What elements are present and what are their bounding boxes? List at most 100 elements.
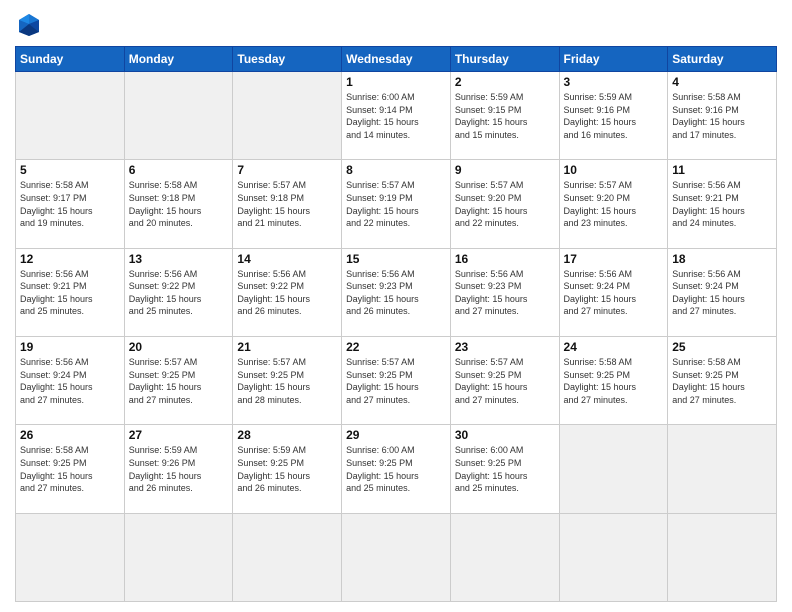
day-info: Sunrise: 5:57 AMSunset: 9:18 PMDaylight:…	[237, 179, 337, 229]
table-cell	[16, 513, 125, 601]
table-cell	[124, 513, 233, 601]
table-cell	[559, 513, 668, 601]
day-number: 19	[20, 340, 120, 354]
day-info: Sunrise: 5:56 AMSunset: 9:23 PMDaylight:…	[346, 268, 446, 318]
day-number: 13	[129, 252, 229, 266]
day-info: Sunrise: 5:59 AMSunset: 9:16 PMDaylight:…	[564, 91, 664, 141]
day-info: Sunrise: 5:58 AMSunset: 9:25 PMDaylight:…	[564, 356, 664, 406]
day-info: Sunrise: 5:57 AMSunset: 9:19 PMDaylight:…	[346, 179, 446, 229]
day-number: 4	[672, 75, 772, 89]
calendar-header-row: Sunday Monday Tuesday Wednesday Thursday…	[16, 47, 777, 72]
calendar-row: 5 Sunrise: 5:58 AMSunset: 9:17 PMDaylight…	[16, 160, 777, 248]
table-cell: 27Sunrise: 5:59 AMSunset: 9:26 PMDayligh…	[124, 425, 233, 513]
day-number: 15	[346, 252, 446, 266]
table-cell: 9 Sunrise: 5:57 AMSunset: 9:20 PMDaylight…	[450, 160, 559, 248]
logo-icon	[15, 10, 43, 38]
table-cell	[124, 72, 233, 160]
calendar-row: 19 Sunrise: 5:56 AMSunset: 9:24 PMDayligh…	[16, 336, 777, 424]
day-number: 3	[564, 75, 664, 89]
table-cell: 23 Sunrise: 5:57 AMSunset: 9:25 PMDayligh…	[450, 336, 559, 424]
table-cell	[559, 425, 668, 513]
col-tuesday: Tuesday	[233, 47, 342, 72]
col-saturday: Saturday	[668, 47, 777, 72]
day-info: Sunrise: 5:58 AMSunset: 9:17 PMDaylight:…	[20, 179, 120, 229]
table-cell: 6 Sunrise: 5:58 AMSunset: 9:18 PMDaylight…	[124, 160, 233, 248]
day-info: Sunrise: 5:56 AMSunset: 9:22 PMDaylight:…	[129, 268, 229, 318]
table-cell: 18 Sunrise: 5:56 AMSunset: 9:24 PMDayligh…	[668, 248, 777, 336]
day-number: 26	[20, 428, 120, 442]
day-number: 7	[237, 163, 337, 177]
day-info: Sunrise: 5:56 AMSunset: 9:21 PMDaylight:…	[672, 179, 772, 229]
table-cell: 28Sunrise: 5:59 AMSunset: 9:25 PMDayligh…	[233, 425, 342, 513]
day-info: Sunrise: 5:58 AMSunset: 9:25 PMDaylight:…	[20, 444, 120, 494]
day-number: 22	[346, 340, 446, 354]
day-number: 8	[346, 163, 446, 177]
table-cell: 26 Sunrise: 5:58 AMSunset: 9:25 PMDayligh…	[16, 425, 125, 513]
table-cell	[668, 425, 777, 513]
day-number: 23	[455, 340, 555, 354]
day-info: Sunrise: 5:56 AMSunset: 9:24 PMDaylight:…	[20, 356, 120, 406]
col-thursday: Thursday	[450, 47, 559, 72]
day-info: Sunrise: 6:00 AMSunset: 9:25 PMDaylight:…	[346, 444, 446, 494]
table-cell: 11Sunrise: 5:56 AMSunset: 9:21 PMDayligh…	[668, 160, 777, 248]
table-cell: 3 Sunrise: 5:59 AMSunset: 9:16 PMDaylight…	[559, 72, 668, 160]
col-wednesday: Wednesday	[342, 47, 451, 72]
day-info: Sunrise: 5:57 AMSunset: 9:20 PMDaylight:…	[455, 179, 555, 229]
table-cell: 21 Sunrise: 5:57 AMSunset: 9:25 PMDayligh…	[233, 336, 342, 424]
day-info: Sunrise: 5:56 AMSunset: 9:21 PMDaylight:…	[20, 268, 120, 318]
table-cell	[233, 513, 342, 601]
day-info: Sunrise: 5:59 AMSunset: 9:15 PMDaylight:…	[455, 91, 555, 141]
calendar-row: 12 Sunrise: 5:56 AMSunset: 9:21 PMDayligh…	[16, 248, 777, 336]
col-sunday: Sunday	[16, 47, 125, 72]
day-info: Sunrise: 5:58 AMSunset: 9:25 PMDaylight:…	[672, 356, 772, 406]
table-cell: 16 Sunrise: 5:56 AMSunset: 9:23 PMDayligh…	[450, 248, 559, 336]
day-number: 29	[346, 428, 446, 442]
page: Sunday Monday Tuesday Wednesday Thursday…	[0, 0, 792, 612]
day-number: 14	[237, 252, 337, 266]
day-number: 18	[672, 252, 772, 266]
col-monday: Monday	[124, 47, 233, 72]
table-cell: 12 Sunrise: 5:56 AMSunset: 9:21 PMDayligh…	[16, 248, 125, 336]
day-info: Sunrise: 5:56 AMSunset: 9:23 PMDaylight:…	[455, 268, 555, 318]
day-number: 28	[237, 428, 337, 442]
table-cell: 19 Sunrise: 5:56 AMSunset: 9:24 PMDayligh…	[16, 336, 125, 424]
day-info: Sunrise: 5:56 AMSunset: 9:24 PMDaylight:…	[672, 268, 772, 318]
table-cell	[342, 513, 451, 601]
day-info: Sunrise: 5:57 AMSunset: 9:20 PMDaylight:…	[564, 179, 664, 229]
table-cell: 24 Sunrise: 5:58 AMSunset: 9:25 PMDayligh…	[559, 336, 668, 424]
day-number: 21	[237, 340, 337, 354]
day-number: 25	[672, 340, 772, 354]
table-cell: 8 Sunrise: 5:57 AMSunset: 9:19 PMDaylight…	[342, 160, 451, 248]
day-info: Sunrise: 5:58 AMSunset: 9:16 PMDaylight:…	[672, 91, 772, 141]
calendar-row: 26 Sunrise: 5:58 AMSunset: 9:25 PMDayligh…	[16, 425, 777, 513]
table-cell: 7 Sunrise: 5:57 AMSunset: 9:18 PMDaylight…	[233, 160, 342, 248]
day-info: Sunrise: 5:57 AMSunset: 9:25 PMDaylight:…	[237, 356, 337, 406]
day-info: Sunrise: 5:56 AMSunset: 9:22 PMDaylight:…	[237, 268, 337, 318]
table-cell	[16, 72, 125, 160]
table-cell: 25 Sunrise: 5:58 AMSunset: 9:25 PMDayligh…	[668, 336, 777, 424]
table-cell: 2 Sunrise: 5:59 AMSunset: 9:15 PMDaylight…	[450, 72, 559, 160]
table-cell: 15 Sunrise: 5:56 AMSunset: 9:23 PMDayligh…	[342, 248, 451, 336]
day-number: 27	[129, 428, 229, 442]
table-cell: 13 Sunrise: 5:56 AMSunset: 9:22 PMDayligh…	[124, 248, 233, 336]
table-cell: 22 Sunrise: 5:57 AMSunset: 9:25 PMDayligh…	[342, 336, 451, 424]
table-cell: 29 Sunrise: 6:00 AMSunset: 9:25 PMDayligh…	[342, 425, 451, 513]
day-info: Sunrise: 6:00 AMSunset: 9:14 PMDaylight:…	[346, 91, 446, 141]
day-info: Sunrise: 5:57 AMSunset: 9:25 PMDaylight:…	[455, 356, 555, 406]
calendar-row	[16, 513, 777, 601]
day-number: 9	[455, 163, 555, 177]
day-number: 6	[129, 163, 229, 177]
day-number: 1	[346, 75, 446, 89]
day-info: Sunrise: 5:57 AMSunset: 9:25 PMDaylight:…	[346, 356, 446, 406]
day-number: 12	[20, 252, 120, 266]
table-cell	[668, 513, 777, 601]
day-number: 2	[455, 75, 555, 89]
day-info: Sunrise: 5:57 AMSunset: 9:25 PMDaylight:…	[129, 356, 229, 406]
table-cell: 4 Sunrise: 5:58 AMSunset: 9:16 PMDaylight…	[668, 72, 777, 160]
day-info: Sunrise: 5:58 AMSunset: 9:18 PMDaylight:…	[129, 179, 229, 229]
day-number: 5	[20, 163, 120, 177]
day-number: 16	[455, 252, 555, 266]
day-number: 24	[564, 340, 664, 354]
table-cell: 30Sunrise: 6:00 AMSunset: 9:25 PMDayligh…	[450, 425, 559, 513]
col-friday: Friday	[559, 47, 668, 72]
